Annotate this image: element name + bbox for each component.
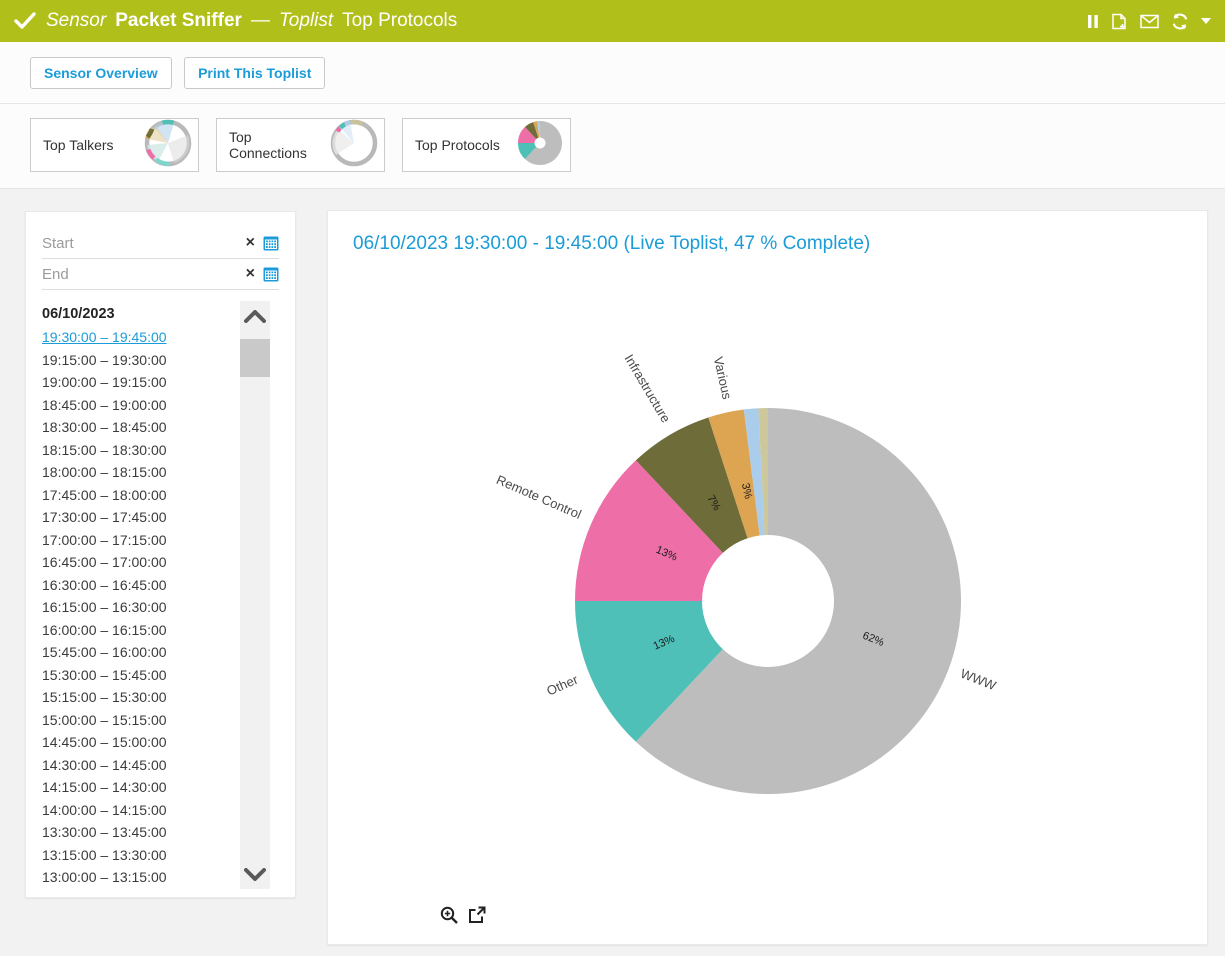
zoom-in-icon[interactable] xyxy=(440,906,458,924)
tab-label: Top Protocols xyxy=(415,137,500,153)
top-talkers-icon xyxy=(144,119,192,172)
refresh-icon[interactable] xyxy=(1171,13,1189,30)
checkmark-icon xyxy=(14,12,36,30)
toplist-chart-panel: 06/10/2023 19:30:00 - 19:45:00 (Live Top… xyxy=(327,210,1208,945)
toplist-filter-panel: × × 06/10/2023 19:30:00 – 19:45:0019:15:… xyxy=(25,211,296,898)
clear-end-icon[interactable]: × xyxy=(246,266,255,282)
add-report-icon[interactable] xyxy=(1111,13,1128,30)
tab-top-connections[interactable]: Top Connections xyxy=(216,118,385,172)
toplist-tabs: Top Talkers Top Connections xyxy=(0,104,1225,189)
sensor-name[interactable]: Packet Sniffer xyxy=(115,10,242,32)
breadcrumb-toplist-label: Toplist xyxy=(279,10,333,32)
chart-footer-icons xyxy=(440,906,486,924)
top-connections-icon xyxy=(330,119,378,172)
tab-top-protocols[interactable]: Top Protocols xyxy=(402,118,571,172)
sensor-header-bar: Sensor Packet Sniffer — Toplist Top Prot… xyxy=(0,0,1225,42)
toolbar: Sensor Overview Print This Toplist xyxy=(0,42,1225,104)
breadcrumb-separator: — xyxy=(251,10,270,32)
tab-label: Top Connections xyxy=(229,129,330,161)
email-icon[interactable] xyxy=(1140,14,1159,29)
breadcrumb-sensor-label: Sensor xyxy=(46,10,106,32)
sub-header: Sensor Overview Print This Toplist Top T… xyxy=(0,42,1225,189)
tab-top-talkers[interactable]: Top Talkers xyxy=(30,118,199,172)
clear-start-icon[interactable]: × xyxy=(246,235,255,251)
segment-name-label: WWW xyxy=(958,666,998,694)
page-title: Top Protocols xyxy=(342,10,457,32)
open-external-icon[interactable] xyxy=(468,906,486,924)
toplist-interval-title: 06/10/2023 19:30:00 - 19:45:00 (Live Top… xyxy=(328,211,1207,255)
scroll-up-icon[interactable] xyxy=(240,301,270,331)
start-date-input[interactable] xyxy=(42,235,246,252)
sensor-overview-button[interactable]: Sensor Overview xyxy=(30,57,172,89)
segment-name-label: Various xyxy=(711,355,735,401)
top-protocols-icon xyxy=(516,119,564,172)
calendar-icon[interactable] xyxy=(263,266,279,282)
print-toplist-button[interactable]: Print This Toplist xyxy=(184,57,325,89)
pause-icon[interactable] xyxy=(1087,14,1099,29)
scrollbar-thumb[interactable] xyxy=(240,339,270,377)
calendar-icon[interactable] xyxy=(263,235,279,251)
end-date-row: × xyxy=(42,259,279,290)
scroll-down-icon[interactable] xyxy=(240,859,270,889)
caret-down-icon[interactable] xyxy=(1201,18,1211,24)
end-date-input[interactable] xyxy=(42,266,246,283)
segment-name-label: Other xyxy=(544,672,580,699)
tab-label: Top Talkers xyxy=(43,137,114,153)
protocols-donut-chart: 62%WWW13%Other13%Remote Control7%Infrast… xyxy=(328,261,1208,901)
segment-name-label: Infrastructure xyxy=(622,352,674,426)
segment-name-label: Remote Control xyxy=(494,472,584,522)
time-list-scrollbar[interactable] xyxy=(240,301,270,889)
start-date-row: × xyxy=(42,228,279,259)
